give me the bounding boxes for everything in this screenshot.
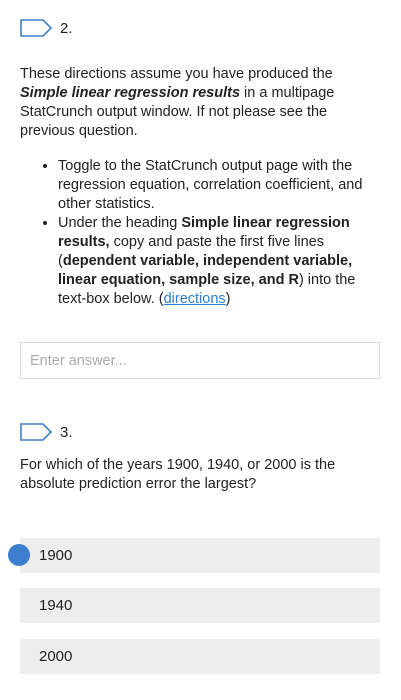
direction-item-1: Toggle to the StatCrunch output page wit…	[58, 157, 382, 214]
selected-radio-icon[interactable]	[8, 544, 30, 566]
flag-outline-icon[interactable]	[20, 19, 52, 37]
question-3-header: 3.	[20, 423, 73, 441]
intro-emphasis: Simple linear regression results	[20, 85, 241, 101]
direction-text: )	[225, 291, 231, 307]
answer-input[interactable]	[20, 342, 380, 379]
option-2000[interactable]: 2000	[20, 639, 380, 674]
direction-text: Under the heading	[58, 215, 182, 231]
option-1900[interactable]: 1900	[20, 538, 380, 573]
direction-text: Toggle to the StatCrunch output page wit…	[58, 158, 363, 212]
question-3-prompt: For which of the years 1900, 1940, or 20…	[20, 457, 336, 492]
direction-item-2: Under the heading Simple linear regressi…	[58, 214, 382, 309]
flag-outline-icon[interactable]	[20, 423, 52, 441]
option-1940[interactable]: 1940	[20, 588, 380, 623]
intro-text: These directions assume you have produce…	[20, 66, 333, 82]
option-label: 2000	[39, 648, 73, 665]
directions-list: Toggle to the StatCrunch output page wit…	[20, 157, 382, 309]
option-label: 1940	[39, 597, 73, 614]
question-number: 2.	[60, 19, 73, 37]
option-label: 1900	[39, 547, 73, 564]
question-2-header: 2.	[20, 19, 73, 37]
question-2-intro: These directions assume you have produce…	[20, 65, 380, 141]
directions-link[interactable]: directions	[164, 291, 226, 307]
question-number: 3.	[60, 423, 73, 441]
